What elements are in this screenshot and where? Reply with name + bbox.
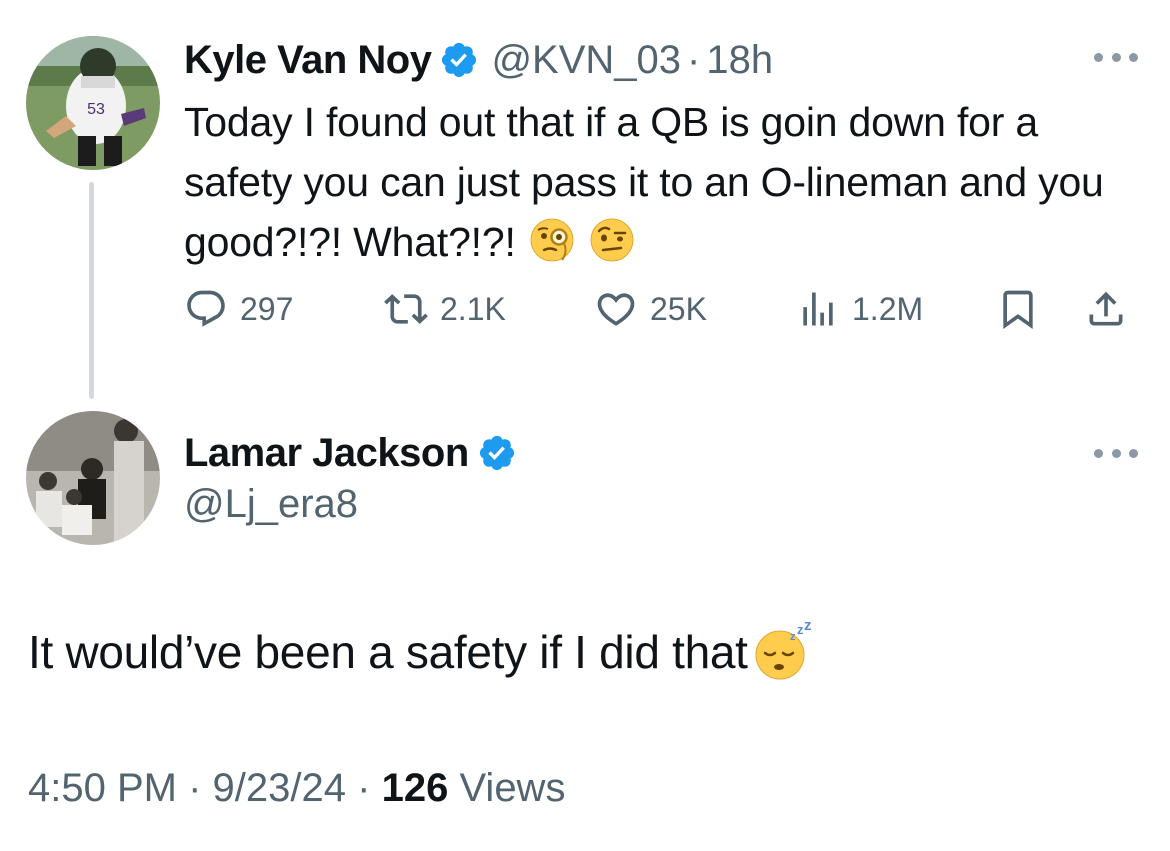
repost-count: 2.1K: [440, 290, 506, 327]
tweet-action-bar: 297 2.1K 25K 1.2M: [184, 284, 1144, 334]
like-button[interactable]: 25K: [594, 284, 707, 334]
reply-tweet-header: Lamar Jackson: [184, 427, 517, 479]
heart-icon: [597, 293, 635, 326]
reply-author-name[interactable]: Lamar Jackson: [184, 431, 469, 476]
verified-badge-icon: [439, 40, 479, 80]
parent-tweet-text: Today I found out that if a QB is goin d…: [184, 99, 1104, 265]
author-handle[interactable]: @KVN_03: [491, 38, 681, 83]
bookmark-button[interactable]: [996, 284, 1040, 334]
bookmark-icon: [1003, 290, 1033, 330]
reply-tweet-metadata: 4:50 PM · 9/23/24 · 126 Views: [28, 766, 565, 811]
svg-text:z: z: [804, 622, 811, 634]
avatar-lamar-image: [26, 411, 160, 545]
svg-text:z: z: [790, 631, 796, 643]
share-button[interactable]: [1084, 284, 1128, 334]
views-chart-icon: [803, 292, 833, 326]
parent-tweet-body: Today I found out that if a QB is goin d…: [184, 92, 1154, 272]
repost-icon: [384, 294, 428, 324]
svg-text:z: z: [797, 622, 804, 637]
reply-tweet-body: It would’ve been a safety if I did that …: [28, 622, 812, 682]
avatar-kyle-van-noy[interactable]: 53: [26, 36, 160, 170]
post-time[interactable]: 4:50 PM: [28, 766, 177, 810]
reply-icon: [187, 290, 225, 327]
tweet-time-ago[interactable]: 18h: [706, 38, 773, 83]
share-icon: [1089, 291, 1123, 326]
reply-tweet-text: It would’ve been a safety if I did that: [28, 626, 748, 678]
views-count: 1.2M: [852, 290, 924, 327]
meta-separator: ·: [357, 766, 371, 810]
views-button[interactable]: 1.2M: [796, 284, 923, 334]
more-options-icon[interactable]: [1094, 446, 1138, 460]
reply-button[interactable]: 297: [184, 284, 293, 334]
sleeping-face-emoji: z z z: [752, 622, 812, 682]
like-count: 25K: [650, 290, 707, 327]
thread-connector-line: [89, 182, 94, 399]
tweet-thread: 53 Kyle Van Noy @KVN_03 · 18h Today I fo…: [0, 0, 1170, 851]
post-date[interactable]: 9/23/24: [213, 766, 346, 810]
verified-badge-icon: [477, 433, 517, 473]
parent-tweet-header: Kyle Van Noy @KVN_03 · 18h: [184, 34, 773, 86]
reply-views-count: 126: [381, 766, 449, 810]
repost-button[interactable]: 2.1K: [384, 284, 506, 334]
meta-separator: ·: [188, 766, 202, 810]
face-with-raised-eyebrow-emoji: [588, 216, 636, 264]
reply-author-handle[interactable]: @Lj_era8: [184, 482, 358, 527]
reply-count: 297: [240, 290, 294, 327]
meta-separator: ·: [687, 37, 701, 82]
more-options-icon[interactable]: [1094, 50, 1138, 64]
author-name[interactable]: Kyle Van Noy: [184, 38, 432, 83]
reply-views-label: Views: [459, 766, 566, 810]
avatar-lamar-jackson[interactable]: [26, 411, 160, 545]
face-with-monocle-emoji: [528, 216, 576, 264]
svg-text:53: 53: [87, 101, 105, 118]
avatar-kyle-image: 53: [26, 36, 160, 170]
